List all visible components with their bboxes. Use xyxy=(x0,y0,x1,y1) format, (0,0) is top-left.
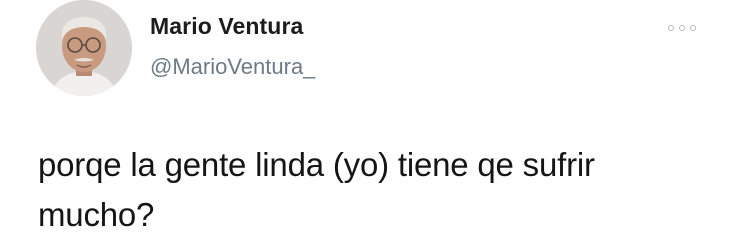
user-handle[interactable]: @MarioVentura_ xyxy=(150,54,315,80)
more-options-button[interactable] xyxy=(668,23,696,33)
avatar[interactable] xyxy=(36,0,132,96)
more-dot-icon xyxy=(679,25,685,31)
tweet-text: porqe la gente linda (yo) tiene qe sufri… xyxy=(38,146,595,233)
more-dot-icon xyxy=(690,25,696,31)
avatar-image xyxy=(36,0,132,96)
display-name[interactable]: Mario Ventura xyxy=(150,13,303,40)
tweet-card: Mario Ventura @MarioVentura_ porqe la ge… xyxy=(0,0,736,245)
more-dot-icon xyxy=(668,25,674,31)
